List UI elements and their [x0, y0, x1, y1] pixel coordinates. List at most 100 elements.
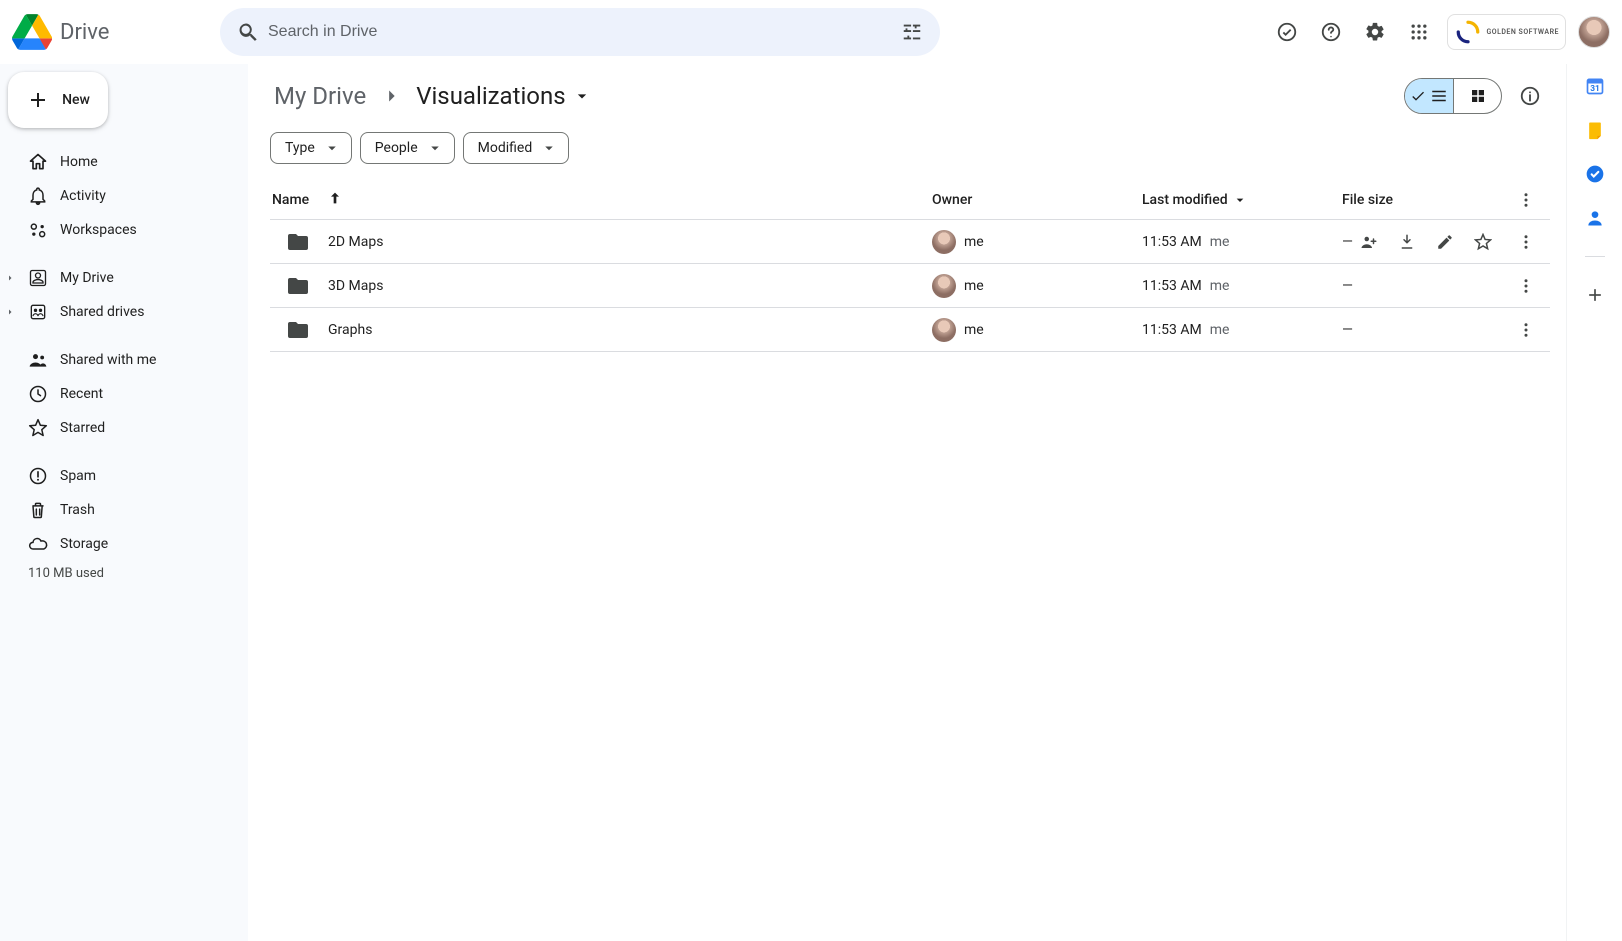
grid-icon — [1469, 87, 1487, 105]
list-icon — [1430, 87, 1448, 105]
search-icon[interactable] — [228, 12, 268, 52]
drive-logo[interactable]: Drive — [12, 12, 212, 52]
nav-home[interactable]: Home — [16, 146, 232, 178]
apps-grid-icon[interactable] — [1399, 12, 1439, 52]
owner-avatar — [932, 274, 956, 298]
app-name: Drive — [60, 20, 109, 45]
owner-name: me — [964, 278, 984, 294]
nav-workspaces[interactable]: Workspaces — [16, 214, 232, 246]
folder-name: 3D Maps — [328, 278, 383, 294]
caret-down-icon — [572, 86, 592, 106]
folder-row[interactable]: Graphs me 11:53 AM me — — [270, 308, 1550, 352]
my-drive-icon — [28, 268, 48, 288]
modified-time: 11:53 AM — [1142, 322, 1202, 338]
breadcrumb-row: My Drive Visualizations — [270, 72, 1550, 120]
caret-down-icon — [426, 139, 444, 157]
clock-icon — [28, 384, 48, 404]
new-button-label: New — [62, 92, 90, 108]
expand-chevron-icon[interactable] — [4, 272, 16, 284]
chip-label: Modified — [478, 140, 533, 156]
nav-shared-drives[interactable]: Shared drives — [16, 296, 232, 328]
expand-chevron-icon[interactable] — [4, 306, 16, 318]
folder-name: 2D Maps — [328, 234, 383, 250]
get-addons-icon[interactable] — [1585, 285, 1605, 305]
share-icon[interactable] — [1353, 226, 1385, 258]
row-more-icon[interactable] — [1510, 226, 1542, 258]
sort-ascending-icon[interactable] — [327, 190, 343, 210]
calendar-app-icon[interactable]: 31 — [1585, 76, 1605, 96]
row-more-icon[interactable] — [1510, 314, 1542, 346]
download-icon[interactable] — [1391, 226, 1423, 258]
nav-shared-with-me[interactable]: Shared with me — [16, 344, 232, 376]
side-panel: 31 — [1566, 64, 1622, 941]
rename-icon[interactable] — [1429, 226, 1461, 258]
nav-recent[interactable]: Recent — [16, 378, 232, 410]
details-info-icon[interactable] — [1510, 76, 1550, 116]
owner-name: me — [964, 322, 984, 338]
workspaces-icon — [28, 220, 48, 240]
modified-by: me — [1210, 322, 1230, 338]
nav-label: Starred — [60, 420, 105, 436]
file-size: — — [1342, 234, 1353, 250]
header-more-icon[interactable] — [1510, 184, 1542, 216]
caret-down-icon — [540, 139, 558, 157]
chip-people[interactable]: People — [360, 132, 455, 164]
modified-by: me — [1210, 234, 1230, 250]
row-more-icon[interactable] — [1510, 270, 1542, 302]
search-bar[interactable] — [220, 8, 940, 56]
col-header-size[interactable]: File size — [1342, 192, 1502, 208]
nav-storage[interactable]: Storage — [16, 528, 232, 560]
org-badge[interactable]: GOLDEN SOFTWARE — [1447, 14, 1566, 50]
nav-label: My Drive — [60, 270, 114, 286]
settings-gear-icon[interactable] — [1355, 12, 1395, 52]
breadcrumb-current[interactable]: Visualizations — [412, 78, 595, 114]
owner-avatar — [932, 318, 956, 342]
chip-label: People — [375, 140, 418, 156]
chip-label: Type — [285, 140, 315, 156]
contacts-app-icon[interactable] — [1585, 208, 1605, 228]
account-avatar[interactable] — [1578, 16, 1610, 48]
caret-down-icon — [323, 139, 341, 157]
home-icon — [28, 152, 48, 172]
bell-icon — [28, 186, 48, 206]
owner-name: me — [964, 234, 984, 250]
folder-row[interactable]: 3D Maps me 11:53 AM me — — [270, 264, 1550, 308]
nav-spam[interactable]: Spam — [16, 460, 232, 492]
nav-label: Recent — [60, 386, 103, 402]
col-header-name[interactable]: Name — [270, 190, 932, 210]
col-label: File size — [1342, 192, 1393, 208]
sidebar: New Home Activity Workspaces My Drive — [0, 64, 248, 941]
nav-my-drive[interactable]: My Drive — [16, 262, 232, 294]
nav-starred[interactable]: Starred — [16, 412, 232, 444]
folder-row[interactable]: 2D Maps me 11:53 AM me — — [270, 220, 1550, 264]
star-icon — [28, 418, 48, 438]
list-view-button[interactable] — [1405, 79, 1453, 113]
search-input[interactable] — [268, 23, 892, 41]
grid-view-button[interactable] — [1453, 79, 1501, 113]
nav-trash[interactable]: Trash — [16, 494, 232, 526]
view-toggle — [1404, 78, 1502, 114]
star-action-icon[interactable] — [1467, 226, 1499, 258]
nav-label: Trash — [60, 502, 95, 518]
chip-type[interactable]: Type — [270, 132, 352, 164]
file-size: — — [1342, 322, 1353, 338]
modified-time: 11:53 AM — [1142, 278, 1202, 294]
nav-activity[interactable]: Activity — [16, 180, 232, 212]
main-content: My Drive Visualizations — [248, 64, 1566, 941]
breadcrumb-root[interactable]: My Drive — [270, 78, 370, 114]
search-options-icon[interactable] — [892, 12, 932, 52]
trash-icon — [28, 500, 48, 520]
chip-modified[interactable]: Modified — [463, 132, 570, 164]
tasks-app-icon[interactable] — [1585, 164, 1605, 184]
chevron-right-icon — [374, 85, 408, 107]
caret-down-icon — [1232, 192, 1248, 208]
nav-label: Workspaces — [60, 222, 137, 238]
keep-app-icon[interactable] — [1585, 120, 1605, 140]
check-icon — [1410, 88, 1426, 104]
help-icon[interactable] — [1311, 12, 1351, 52]
new-button[interactable]: New — [8, 72, 108, 128]
col-header-owner[interactable]: Owner — [932, 192, 1142, 208]
offline-ready-icon[interactable] — [1267, 12, 1307, 52]
col-header-modified[interactable]: Last modified — [1142, 192, 1342, 208]
col-label: Name — [272, 192, 309, 208]
